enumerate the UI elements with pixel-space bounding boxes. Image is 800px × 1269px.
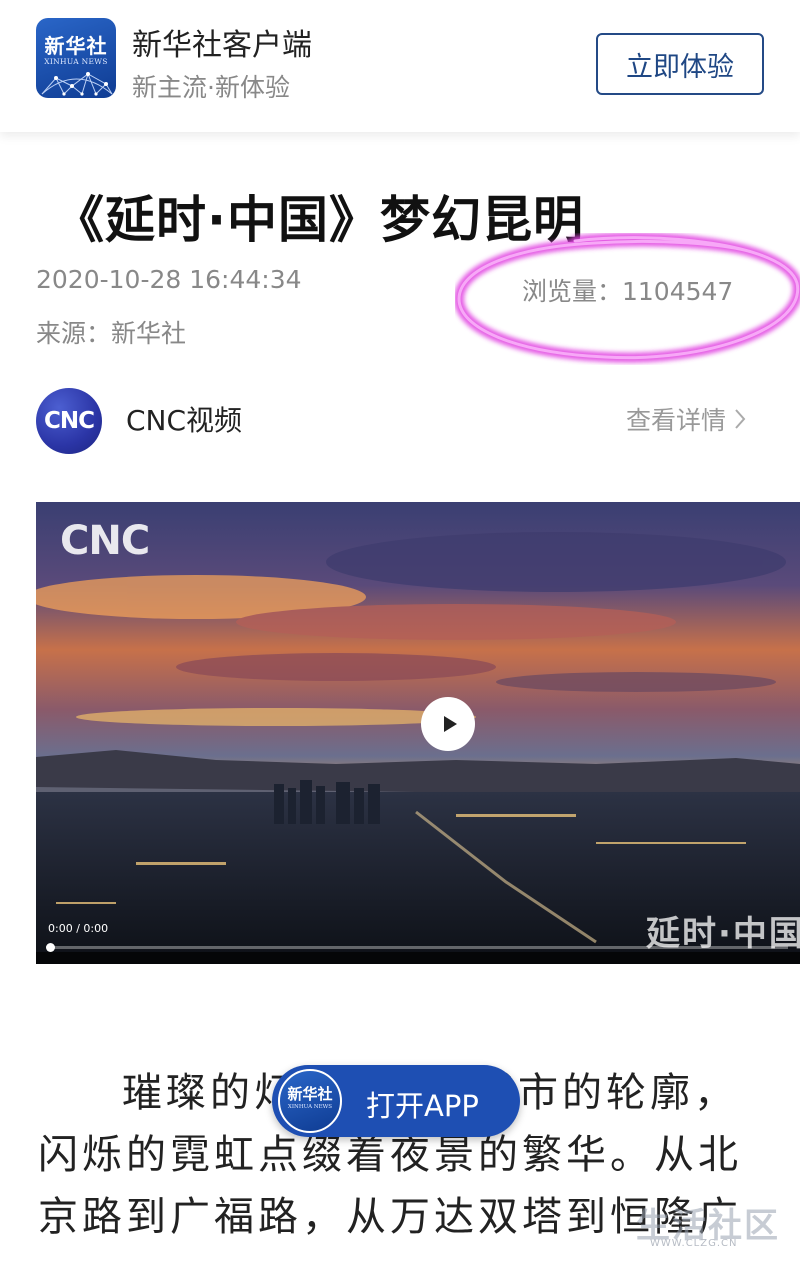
mini-logo-en: XINHUA NEWS	[287, 1104, 333, 1110]
channel-avatar[interactable]: CNC	[36, 388, 102, 454]
video-progress-knob[interactable]	[46, 943, 55, 952]
video-thumbnail	[36, 502, 800, 964]
network-globe-icon	[41, 72, 113, 96]
publish-date: 2020-10-28 16:44:34	[36, 265, 302, 294]
play-button[interactable]	[421, 697, 475, 751]
view-count: 浏览量：1104547	[522, 277, 734, 306]
video-progress-bar[interactable]	[48, 946, 788, 949]
app-slogan: 新主流·新体验	[132, 73, 290, 102]
play-icon	[443, 716, 457, 732]
open-app-button[interactable]: 新华社 XINHUA NEWS 打开APP	[272, 1065, 520, 1137]
app-name: 新华社客户端	[132, 28, 312, 63]
mini-logo-cn: 新华社	[287, 1085, 333, 1103]
view-details-label: 查看详情	[626, 406, 727, 435]
logo-text-cn: 新华社	[44, 34, 108, 58]
open-app-label: 打开APP	[366, 1089, 479, 1123]
article-source: 来源：新华社	[36, 319, 187, 348]
site-watermark: 生活社区 WWW.CLZG.CN	[636, 1198, 786, 1258]
video-player[interactable]: CNC 延时·中国 0:00 / 0:00	[36, 502, 800, 964]
try-now-button[interactable]: 立即体验	[596, 33, 764, 95]
video-time: 0:00 / 0:00	[48, 922, 109, 935]
app-download-banner: 新华社 XINHUA NEWS 新华社客户端 新主流·新体验 立即体验	[0, 0, 800, 132]
xinhua-mini-logo: 新华社 XINHUA NEWS	[278, 1069, 342, 1133]
xinhua-app-logo[interactable]: 新华社 XINHUA NEWS	[36, 18, 116, 98]
view-details-link[interactable]: 查看详情	[626, 401, 746, 437]
channel-name[interactable]: CNC视频	[126, 399, 242, 439]
chevron-right-icon	[735, 409, 746, 429]
site-watermark-url: WWW.CLZG.CN	[650, 1238, 738, 1249]
video-watermark: CNC	[60, 518, 150, 564]
